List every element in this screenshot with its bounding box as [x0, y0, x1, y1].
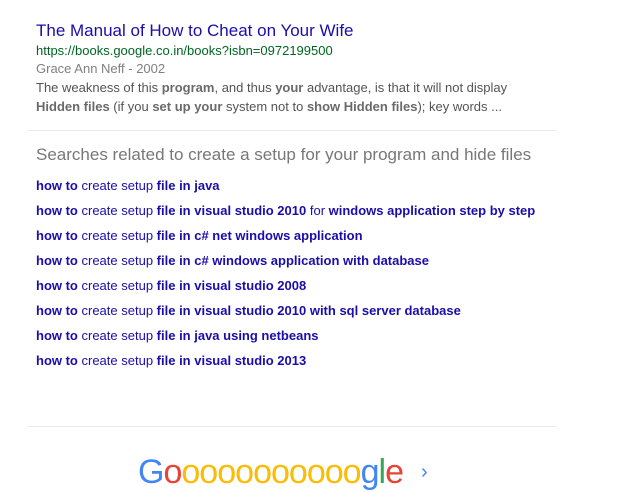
- text: create setup: [77, 253, 157, 268]
- bold-text: how to: [36, 278, 78, 293]
- bold-text: file in visual studio 2013: [156, 353, 307, 368]
- text: create setup: [77, 353, 157, 368]
- result-author-year: Grace Ann Neff - 2002: [36, 61, 166, 76]
- text: for: [306, 203, 329, 218]
- related-search-link[interactable]: how to create setup file in c# windows a…: [36, 251, 536, 271]
- divider: [28, 130, 556, 131]
- result-url: https://books.google.co.in/books?isbn=09…: [36, 43, 333, 58]
- page-o-link[interactable]: o: [289, 453, 308, 491]
- logo-letter-g: G: [138, 453, 164, 491]
- snippet-line-1: The weakness of this program, and thus y…: [36, 78, 536, 97]
- bold-text: file in c# windows application with data…: [156, 253, 429, 268]
- page-o-link[interactable]: o: [217, 453, 236, 491]
- text: create setup: [77, 203, 157, 218]
- page-o-link[interactable]: o: [271, 453, 290, 491]
- result-title-link[interactable]: The Manual of How to Cheat on Your Wife: [36, 20, 536, 42]
- logo-letter-e: e: [385, 453, 404, 491]
- bold-text: file in visual studio 2010 with sql serv…: [156, 303, 461, 318]
- pagination: Gooooooooooogle ›: [138, 452, 428, 492]
- bold-text: how to: [36, 353, 78, 368]
- text: create setup: [77, 328, 157, 343]
- result-snippet: The weakness of this program, and thus y…: [36, 78, 536, 116]
- text: create setup: [77, 278, 157, 293]
- text: The weakness of this: [36, 80, 162, 95]
- page-o-link[interactable]: o: [235, 453, 254, 491]
- related-searches-list: how to create setup file in java how to c…: [36, 176, 536, 371]
- text: , and thus: [214, 80, 276, 95]
- related-searches: Searches related to create a setup for y…: [36, 146, 536, 376]
- related-search-link[interactable]: how to create setup file in java using n…: [36, 326, 536, 346]
- bold-text: how to: [36, 203, 78, 218]
- page-o-link[interactable]: o: [253, 453, 272, 491]
- page-o-link[interactable]: o: [343, 453, 362, 491]
- page-o-link[interactable]: o: [199, 453, 218, 491]
- page-o-link[interactable]: o: [163, 453, 182, 491]
- bold-text: file in java using netbeans: [156, 328, 319, 343]
- bold-text: how to: [36, 178, 78, 193]
- bold-text: windows application step by step: [328, 203, 536, 218]
- related-search-link[interactable]: how to create setup file in visual studi…: [36, 301, 536, 321]
- related-search-link[interactable]: how to create setup file in c# net windo…: [36, 226, 536, 246]
- bold-text: Hidden files: [36, 99, 110, 114]
- snippet-line-2: Hidden files (if you set up your system …: [36, 97, 536, 116]
- bold-text: show Hidden files: [306, 99, 418, 114]
- text: create setup: [77, 228, 157, 243]
- related-searches-heading: Searches related to create a setup for y…: [36, 145, 532, 164]
- page-o-link[interactable]: o: [325, 453, 344, 491]
- search-result: The Manual of How to Cheat on Your Wife …: [36, 20, 536, 116]
- related-search-link[interactable]: how to create setup file in visual studi…: [36, 276, 536, 296]
- bold-text: how to: [36, 303, 78, 318]
- text: create setup: [77, 178, 157, 193]
- chevron-right-icon[interactable]: ›: [421, 452, 428, 492]
- text: create setup: [77, 303, 157, 318]
- bold-text: how to: [36, 253, 78, 268]
- bold-text: how to: [36, 328, 78, 343]
- related-search-link[interactable]: how to create setup file in visual studi…: [36, 351, 536, 371]
- text: system not to: [222, 99, 307, 114]
- text: (if you: [109, 99, 153, 114]
- bold-text: program: [161, 80, 215, 95]
- bold-text: file in java: [156, 178, 220, 193]
- page-o-link[interactable]: o: [181, 453, 200, 491]
- google-logo-pager: Gooooooooooogle: [138, 452, 404, 492]
- bold-text: set up your: [152, 99, 223, 114]
- related-search-link[interactable]: how to create setup file in visual studi…: [36, 201, 536, 221]
- logo-letter-g2: g: [360, 453, 380, 491]
- related-search-link[interactable]: how to create setup file in java: [36, 176, 536, 196]
- bold-text: how to: [36, 228, 78, 243]
- bold-text: file in c# net windows application: [156, 228, 363, 243]
- text: ); key words ...: [417, 99, 502, 114]
- bold-text: your: [275, 80, 304, 95]
- page-o-link[interactable]: o: [307, 453, 326, 491]
- divider: [28, 426, 556, 427]
- logo-letters-o[interactable]: ooooooooooo: [163, 453, 362, 491]
- bold-text: file in visual studio 2008: [156, 278, 307, 293]
- bold-text: file in visual studio 2010: [156, 203, 307, 218]
- text: advantage, is that it will not display: [303, 80, 508, 95]
